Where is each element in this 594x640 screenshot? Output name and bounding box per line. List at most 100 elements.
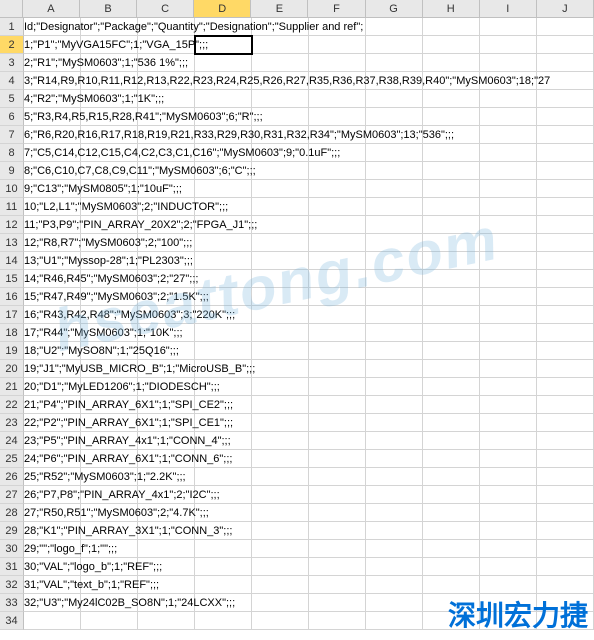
cell-H30[interactable] — [423, 540, 480, 558]
cell-G1[interactable] — [366, 18, 423, 36]
cell-G21[interactable] — [366, 378, 423, 396]
cell-C20[interactable] — [138, 360, 195, 378]
cell-B13[interactable] — [81, 234, 138, 252]
cell-H28[interactable] — [423, 504, 480, 522]
cell-E24[interactable] — [252, 432, 309, 450]
cell-E20[interactable] — [252, 360, 309, 378]
cell-B1[interactable] — [81, 18, 138, 36]
cell-C12[interactable] — [138, 216, 195, 234]
cell-A29[interactable]: 28;"K1";"PIN_ARRAY_3X1";1;"CONN_3";;; — [24, 522, 81, 540]
cell-D30[interactable] — [195, 540, 252, 558]
cell-H32[interactable] — [423, 576, 480, 594]
row-header-18[interactable]: 18 — [0, 324, 24, 342]
cell-G33[interactable] — [366, 594, 423, 612]
cell-E27[interactable] — [252, 486, 309, 504]
cell-A26[interactable]: 25;"R52";"MySM0603";1;"2.2K";;; — [24, 468, 81, 486]
cell-D23[interactable] — [195, 414, 252, 432]
cell-I11[interactable] — [480, 198, 537, 216]
cell-G27[interactable] — [366, 486, 423, 504]
cell-E6[interactable] — [252, 108, 309, 126]
cell-B4[interactable] — [81, 72, 138, 90]
row-header-11[interactable]: 11 — [0, 198, 24, 216]
cell-C22[interactable] — [138, 396, 195, 414]
cell-B19[interactable] — [81, 342, 138, 360]
cell-J9[interactable] — [537, 162, 594, 180]
cell-A27[interactable]: 26;"P7,P8";"PIN_ARRAY_4x1";2;"I2C";;; — [24, 486, 81, 504]
cell-H14[interactable] — [423, 252, 480, 270]
cell-J19[interactable] — [537, 342, 594, 360]
cell-C13[interactable] — [138, 234, 195, 252]
cell-G18[interactable] — [366, 324, 423, 342]
cell-I20[interactable] — [480, 360, 537, 378]
row-header-27[interactable]: 27 — [0, 486, 24, 504]
cell-B34[interactable] — [81, 612, 138, 630]
row-header-3[interactable]: 3 — [0, 54, 24, 72]
cell-D22[interactable] — [195, 396, 252, 414]
cell-D19[interactable] — [195, 342, 252, 360]
cell-F34[interactable] — [309, 612, 366, 630]
cell-C4[interactable] — [138, 72, 195, 90]
cell-B32[interactable] — [81, 576, 138, 594]
cell-I8[interactable] — [480, 144, 537, 162]
cell-B9[interactable] — [81, 162, 138, 180]
cell-H7[interactable] — [423, 126, 480, 144]
cell-A24[interactable]: 23;"P5";"PIN_ARRAY_4x1";1;"CONN_4";;; — [24, 432, 81, 450]
row-header-15[interactable]: 15 — [0, 270, 24, 288]
cell-D4[interactable] — [195, 72, 252, 90]
cell-F24[interactable] — [309, 432, 366, 450]
cell-F26[interactable] — [309, 468, 366, 486]
cell-J25[interactable] — [537, 450, 594, 468]
cell-D11[interactable] — [195, 198, 252, 216]
row-header-7[interactable]: 7 — [0, 126, 24, 144]
row-header-26[interactable]: 26 — [0, 468, 24, 486]
cell-I6[interactable] — [480, 108, 537, 126]
cell-B28[interactable] — [81, 504, 138, 522]
cell-E16[interactable] — [252, 288, 309, 306]
cell-C1[interactable] — [138, 18, 195, 36]
cell-H13[interactable] — [423, 234, 480, 252]
corner-cell[interactable] — [0, 0, 23, 18]
cell-J15[interactable] — [537, 270, 594, 288]
column-header-I[interactable]: I — [480, 0, 537, 18]
cell-E29[interactable] — [252, 522, 309, 540]
cell-F27[interactable] — [309, 486, 366, 504]
cell-D34[interactable] — [195, 612, 252, 630]
cell-E5[interactable] — [252, 90, 309, 108]
cell-G13[interactable] — [366, 234, 423, 252]
cell-F3[interactable] — [309, 54, 366, 72]
cell-D29[interactable] — [195, 522, 252, 540]
cell-E12[interactable] — [252, 216, 309, 234]
row-header-32[interactable]: 32 — [0, 576, 24, 594]
cell-B30[interactable] — [81, 540, 138, 558]
row-header-4[interactable]: 4 — [0, 72, 24, 90]
row-header-33[interactable]: 33 — [0, 594, 24, 612]
cell-G26[interactable] — [366, 468, 423, 486]
cell-G24[interactable] — [366, 432, 423, 450]
cell-J6[interactable] — [537, 108, 594, 126]
cell-D26[interactable] — [195, 468, 252, 486]
cell-G14[interactable] — [366, 252, 423, 270]
cell-B31[interactable] — [81, 558, 138, 576]
cell-D18[interactable] — [195, 324, 252, 342]
cell-B10[interactable] — [81, 180, 138, 198]
column-header-G[interactable]: G — [366, 0, 423, 18]
cell-B26[interactable] — [81, 468, 138, 486]
cell-A3[interactable]: 2;"R1";"MySM0603";1;"536 1%";;; — [24, 54, 81, 72]
cell-F8[interactable] — [309, 144, 366, 162]
cell-E19[interactable] — [252, 342, 309, 360]
cell-J13[interactable] — [537, 234, 594, 252]
cell-F13[interactable] — [309, 234, 366, 252]
cell-A30[interactable]: 29;"";"logo_f";1;"";;; — [24, 540, 81, 558]
cell-C34[interactable] — [138, 612, 195, 630]
cell-C15[interactable] — [138, 270, 195, 288]
cell-F9[interactable] — [309, 162, 366, 180]
cell-D5[interactable] — [195, 90, 252, 108]
cell-A2[interactable]: 1;"P1";"MyVGA15FC";1;"VGA_15P";;; — [24, 36, 81, 54]
cell-F31[interactable] — [309, 558, 366, 576]
cell-G11[interactable] — [366, 198, 423, 216]
cell-C2[interactable] — [138, 36, 195, 54]
cell-I26[interactable] — [480, 468, 537, 486]
cell-I2[interactable] — [480, 36, 537, 54]
cell-E2[interactable] — [252, 36, 309, 54]
cell-A31[interactable]: 30;"VAL";"logo_b";1;"REF";;; — [24, 558, 81, 576]
